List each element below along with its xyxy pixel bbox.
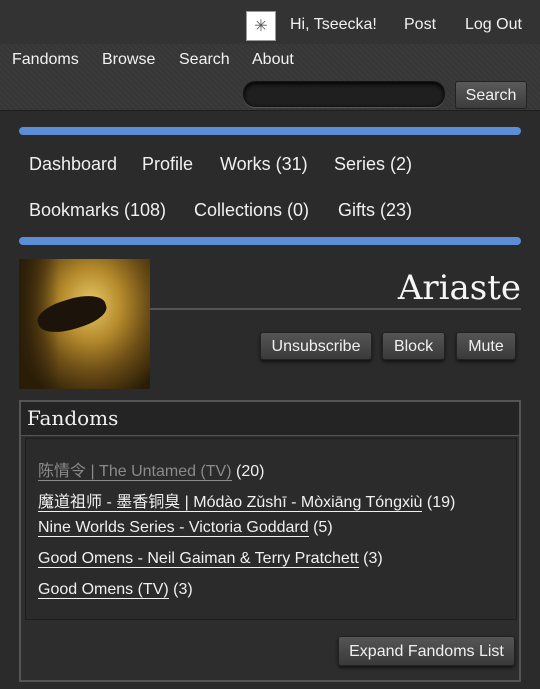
dashboard-bottom-bar xyxy=(19,237,521,245)
logout-link[interactable]: Log Out xyxy=(465,16,522,34)
bookmarks-link[interactable]: Bookmarks (108) xyxy=(29,200,166,221)
fandom-item: Good Omens - Neil Gaiman & Terry Pratche… xyxy=(38,550,383,568)
fandoms-heading: Fandoms xyxy=(27,406,119,430)
series-link[interactable]: Series (2) xyxy=(334,154,412,175)
search-input[interactable] xyxy=(243,81,445,107)
fandom-item: 魔道祖师 - 墨香铜臭 | Módào Zǔshī - Mòxiāng Tóng… xyxy=(38,494,456,512)
fandoms-header: Fandoms xyxy=(21,402,519,436)
fandom-link[interactable]: 魔道祖师 - 墨香铜臭 | Módào Zǔshī - Mòxiāng Tóng… xyxy=(38,494,423,512)
fandom-item: Good Omens (TV) (3) xyxy=(38,581,193,599)
expand-fandoms-button[interactable]: Expand Fandoms List xyxy=(338,636,515,666)
user-bar: ✳ Hi, Tseecka! Post Log Out xyxy=(0,0,540,44)
unsubscribe-button[interactable]: Unsubscribe xyxy=(260,332,372,360)
fandoms-box: Fandoms 陈情令 | The Untamed (TV) (20) 魔道祖师… xyxy=(19,400,521,682)
fandoms-list: 陈情令 | The Untamed (TV) (20) 魔道祖师 - 墨香铜臭 … xyxy=(25,438,517,620)
greeting-link[interactable]: Hi, Tseecka! xyxy=(290,16,377,34)
fandom-item: 陈情令 | The Untamed (TV) (20) xyxy=(38,463,265,481)
post-link[interactable]: Post xyxy=(404,16,436,34)
fandom-link[interactable]: 陈情令 | The Untamed (TV) xyxy=(38,463,232,481)
search-button[interactable]: Search xyxy=(455,81,527,109)
nav-search[interactable]: Search xyxy=(179,51,230,69)
nav-fandoms[interactable]: Fandoms xyxy=(12,51,79,69)
collections-link[interactable]: Collections (0) xyxy=(194,200,309,221)
fandom-link[interactable]: Nine Worlds Series - Victoria Goddard xyxy=(38,519,309,537)
username-divider xyxy=(150,308,521,310)
fandom-link[interactable]: Good Omens - Neil Gaiman & Terry Pratche… xyxy=(38,550,359,568)
dashboard-menu: Dashboard Profile Works (31) Series (2) … xyxy=(19,127,521,245)
mute-button[interactable]: Mute xyxy=(456,332,516,360)
fandom-link[interactable]: Good Omens (TV) xyxy=(38,581,169,599)
dashboard-link[interactable]: Dashboard xyxy=(29,154,117,175)
user-avatar-icon[interactable]: ✳ xyxy=(246,11,276,41)
fandom-item: Nine Worlds Series - Victoria Goddard (5… xyxy=(38,519,333,537)
profile-userpic xyxy=(19,259,150,389)
profile-username: Ariaste xyxy=(397,268,521,308)
block-button[interactable]: Block xyxy=(382,332,445,360)
dashboard-top-bar xyxy=(19,127,521,135)
primary-nav: Fandoms Browse Search About Search xyxy=(0,44,540,111)
nav-about[interactable]: About xyxy=(252,51,294,69)
profile-link[interactable]: Profile xyxy=(142,154,193,175)
gifts-link[interactable]: Gifts (23) xyxy=(338,200,412,221)
works-link[interactable]: Works (31) xyxy=(220,154,308,175)
nav-browse[interactable]: Browse xyxy=(102,51,155,69)
